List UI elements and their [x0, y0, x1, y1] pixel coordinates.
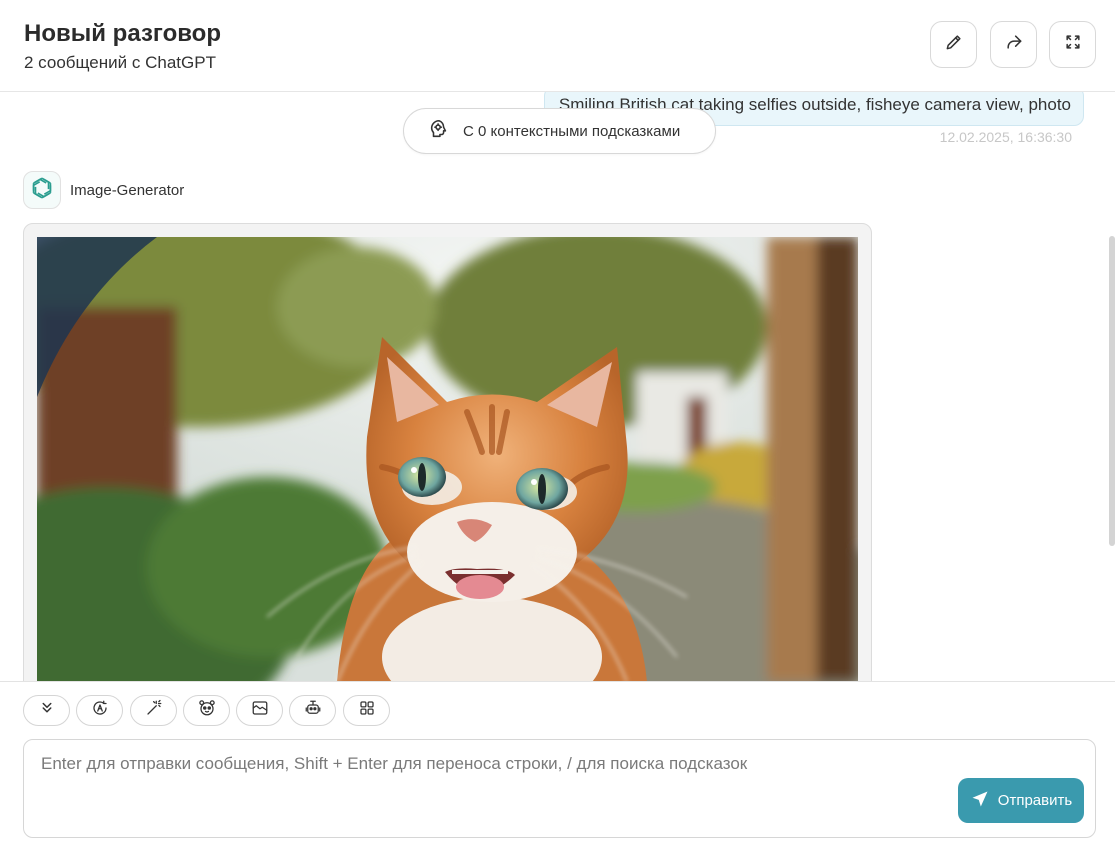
apps-button[interactable]	[343, 695, 390, 726]
edit-icon	[944, 32, 964, 57]
context-hints-label: С 0 контекстными подсказками	[463, 122, 681, 140]
bot-name: Image-Generator	[70, 182, 185, 199]
translate-icon	[91, 699, 109, 722]
image-button[interactable]	[236, 695, 283, 726]
translate-button[interactable]	[76, 695, 123, 726]
send-button-label: Отправить	[997, 792, 1073, 809]
magic-wand-icon	[145, 699, 163, 722]
generated-image-card[interactable]	[23, 223, 872, 681]
mask-icon	[198, 699, 216, 722]
fullscreen-icon	[1063, 32, 1083, 57]
magic-button[interactable]	[130, 695, 177, 726]
robot-icon	[304, 699, 322, 722]
generated-cat-image[interactable]	[37, 237, 858, 681]
message-list[interactable]: Smiling British cat taking selfies outsi…	[0, 92, 1115, 681]
brain-icon	[428, 118, 463, 144]
apps-grid-icon	[358, 699, 376, 722]
share-button[interactable]	[990, 21, 1037, 68]
collapse-down-icon	[38, 699, 56, 722]
page-title: Новый разговор	[24, 20, 221, 47]
send-button[interactable]: Отправить	[958, 778, 1084, 823]
mask-button[interactable]	[183, 695, 230, 726]
message-composer: Отправить	[23, 739, 1096, 838]
input-toolbar	[0, 681, 1115, 731]
robot-button[interactable]	[289, 695, 336, 726]
scroll-down-button[interactable]	[23, 695, 70, 726]
edit-button[interactable]	[930, 21, 977, 68]
user-message-time: 12.02.2025, 16:36:30	[939, 129, 1072, 145]
openai-logo-icon	[29, 175, 55, 206]
image-icon	[251, 699, 269, 722]
scrollbar[interactable]	[1109, 236, 1115, 546]
message-input[interactable]	[41, 754, 941, 794]
chat-header: Новый разговор 2 сообщений с ChatGPT	[0, 0, 1115, 92]
fullscreen-button[interactable]	[1049, 21, 1096, 68]
page-subtitle: 2 сообщений с ChatGPT	[24, 53, 216, 72]
send-icon	[970, 789, 998, 813]
bot-avatar	[23, 171, 61, 209]
share-icon	[1004, 32, 1024, 57]
context-hints-pill[interactable]: С 0 контекстными подсказками	[403, 108, 716, 154]
